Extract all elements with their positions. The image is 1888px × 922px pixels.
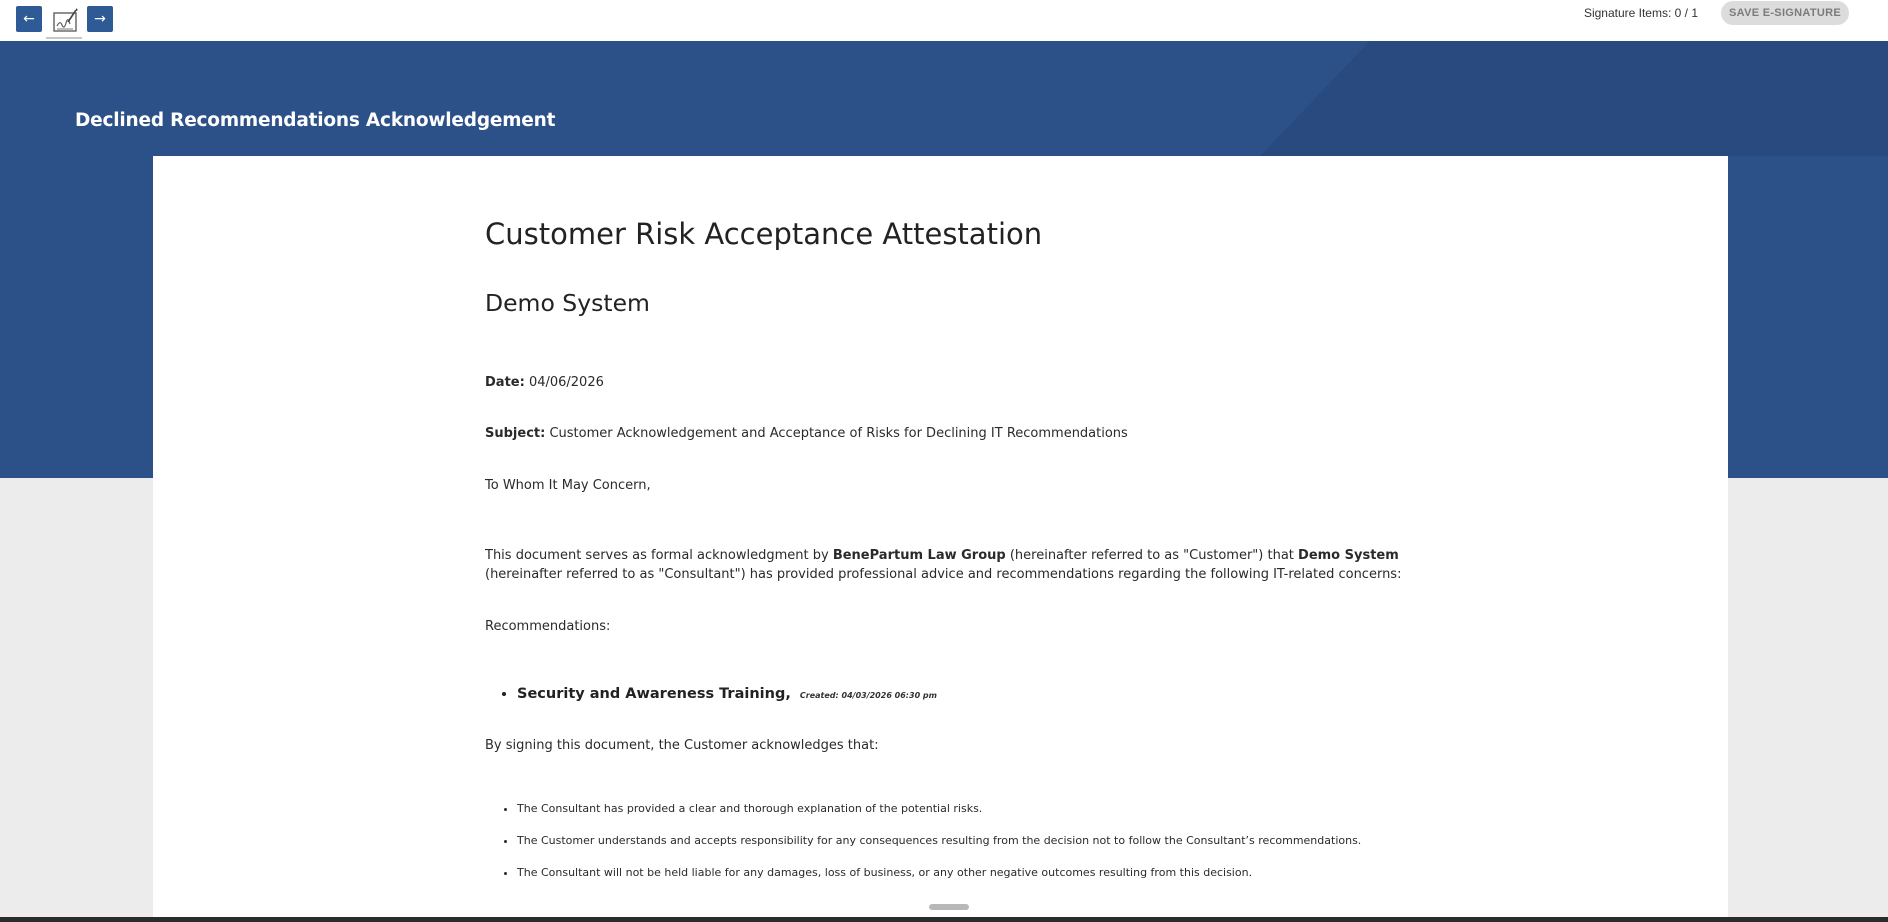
greeting: To Whom It May Concern, [485,478,651,493]
list-item: The Consultant will not be held liable f… [517,866,1361,880]
signature-pad-icon [53,8,78,32]
intro-text-3: (hereinafter referred to as "Consultant"… [485,567,1402,582]
recommendations-heading: Recommendations: [485,619,611,634]
arrow-right-icon: → [94,11,106,27]
acknowledgement-heading: By signing this document, the Customer a… [485,738,879,753]
consultant-name: Demo System [1298,548,1399,563]
recommendation-name: Security and Awareness Training, [517,686,791,702]
date-label: Date: [485,375,525,390]
recommendations-list: Security and Awareness Training, Created… [485,683,937,707]
subject-line: Subject: Customer Acknowledgement and Ac… [485,424,1128,443]
resize-handle[interactable] [929,904,969,910]
bottom-border [0,917,1888,922]
acknowledgement-list: The Consultant has provided a clear and … [485,802,1361,898]
list-item: The Customer understands and accepts res… [517,834,1361,848]
customer-name: BenePartum Law Group [832,548,1006,563]
arrow-left-icon: ← [23,11,35,27]
intro-text-1: This document serves as formal acknowled… [485,548,833,563]
document-subtitle: Demo System [485,289,650,317]
date-value: 04/06/2026 [528,375,604,390]
document-title: Customer Risk Acceptance Attestation [485,217,1043,251]
list-item: The Consultant has provided a clear and … [517,802,1361,816]
intro-text-2: (hereinafter referred to as "Customer") … [1005,548,1299,563]
list-item: Security and Awareness Training, Created… [517,683,937,707]
date-line: Date: 04/06/2026 [485,373,604,392]
subject-label: Subject: [485,426,546,441]
banner-decoration [1260,41,1888,156]
signature-tool-button[interactable] [46,4,82,39]
intro-paragraph: This document serves as formal acknowled… [485,546,1405,584]
signature-items-counter: Signature Items: 0 / 1 [1583,6,1698,20]
page-title: Declined Recommendations Acknowledgement [75,110,556,131]
subject-value: Customer Acknowledgement and Acceptance … [549,426,1128,441]
document-panel[interactable]: Customer Risk Acceptance Attestation Dem… [153,156,1728,917]
next-button[interactable]: → [87,6,113,32]
top-toolbar: ← → Signature Items: 0 / 1 SAVE E-SIGNAT… [0,0,1888,41]
previous-button[interactable]: ← [16,6,42,32]
save-e-signature-button[interactable]: SAVE E-SIGNATURE [1721,1,1849,25]
recommendation-created: Created: 04/03/2026 06:30 pm [799,691,937,700]
